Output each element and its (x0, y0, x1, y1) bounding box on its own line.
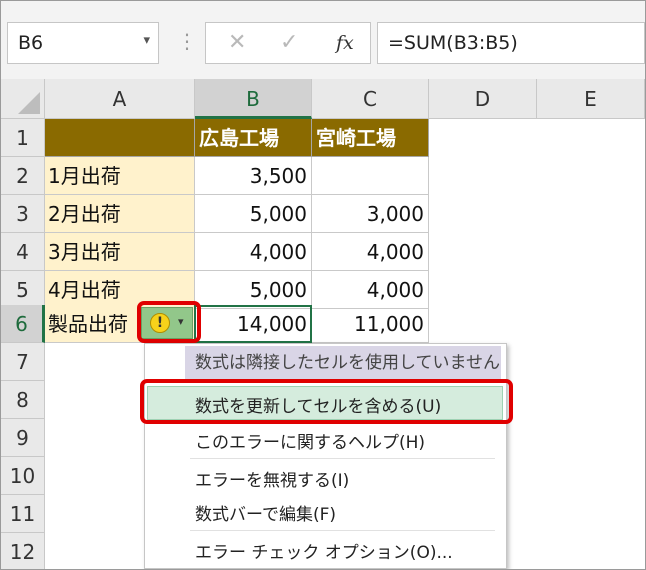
excel-window: B6 ▾ ⋮ ✕ ✓ fx =SUM(B3:B5) A B C D E 1 2 … (0, 0, 646, 570)
row-header-2[interactable]: 2 (1, 157, 45, 195)
menu-item-error-check-options[interactable]: エラー チェック オプション(O)... (195, 538, 453, 563)
cell-c6[interactable]: 11,000 (312, 305, 429, 343)
row-header-3[interactable]: 3 (1, 195, 45, 233)
cell-b3[interactable]: 5,000 (195, 195, 312, 233)
chevron-down-icon[interactable]: ▾ (143, 33, 150, 48)
row-header-4[interactable]: 4 (1, 233, 45, 271)
menu-separator (190, 530, 495, 531)
menu-item-edit-in-formula-bar[interactable]: 数式バーで編集(F) (195, 500, 336, 525)
menu-separator (190, 458, 495, 459)
smart-tag-highlight-outline (137, 301, 201, 343)
name-box[interactable]: B6 ▾ (7, 22, 159, 64)
row-header-11[interactable]: 11 (1, 495, 45, 533)
cell-c4[interactable]: 4,000 (312, 233, 429, 271)
cancel-icon[interactable]: ✕ (228, 30, 246, 55)
menu-item-ignore-error[interactable]: エラーを無視する(I) (195, 466, 349, 491)
menu-item-help[interactable]: このエラーに関するヘルプ(H) (195, 428, 425, 453)
select-all-triangle-icon (18, 92, 40, 114)
cell-b6[interactable]: 14,000 (195, 305, 312, 343)
row-header-12[interactable]: 12 (1, 533, 45, 569)
cell-a4[interactable]: 3月出荷 (45, 233, 195, 271)
cell-a3[interactable]: 2月出荷 (45, 195, 195, 233)
menu-item-highlight-outline (140, 379, 513, 424)
cell-a2[interactable]: 1月出荷 (45, 157, 195, 195)
column-header-b[interactable]: B (195, 79, 312, 119)
cell-a1[interactable] (45, 119, 195, 157)
row-header-8[interactable]: 8 (1, 381, 45, 419)
column-header-e[interactable]: E (537, 79, 645, 119)
enter-icon[interactable]: ✓ (280, 30, 298, 55)
row-header-5[interactable]: 5 (1, 271, 45, 309)
formula-input[interactable]: =SUM(B3:B5) (377, 22, 645, 64)
cell-c3[interactable]: 3,000 (312, 195, 429, 233)
column-header-a[interactable]: A (45, 79, 195, 119)
cell-b1[interactable]: 広島工場 (195, 119, 312, 157)
column-header-d[interactable]: D (429, 79, 537, 119)
menu-header: 数式は隣接したセルを使用していません (185, 346, 501, 380)
cell-b2[interactable]: 3,500 (195, 157, 312, 195)
error-options-menu: 数式は隣接したセルを使用していません 数式を更新してセルを含める(U) このエラ… (144, 343, 507, 569)
row-header-1[interactable]: 1 (1, 119, 45, 157)
formula-buttons: ✕ ✓ fx (205, 22, 371, 64)
row-header-6[interactable]: 6 (1, 305, 45, 343)
cell-c5[interactable]: 4,000 (312, 271, 429, 309)
formula-text: =SUM(B3:B5) (388, 32, 518, 54)
column-header-c[interactable]: C (312, 79, 429, 119)
row-header-10[interactable]: 10 (1, 457, 45, 495)
row-header-9[interactable]: 9 (1, 419, 45, 457)
cell-b5[interactable]: 5,000 (195, 271, 312, 309)
name-box-value: B6 (18, 32, 44, 54)
row-header-7[interactable]: 7 (1, 343, 45, 381)
formula-bar-area: B6 ▾ ⋮ ✕ ✓ fx =SUM(B3:B5) (1, 1, 645, 79)
select-all-corner[interactable] (1, 79, 45, 119)
insert-function-icon[interactable]: fx (336, 32, 354, 54)
grip-icon: ⋮ (177, 29, 197, 53)
cell-c1[interactable]: 宮崎工場 (312, 119, 429, 157)
cell-b4[interactable]: 4,000 (195, 233, 312, 271)
cell-c2[interactable] (312, 157, 429, 195)
